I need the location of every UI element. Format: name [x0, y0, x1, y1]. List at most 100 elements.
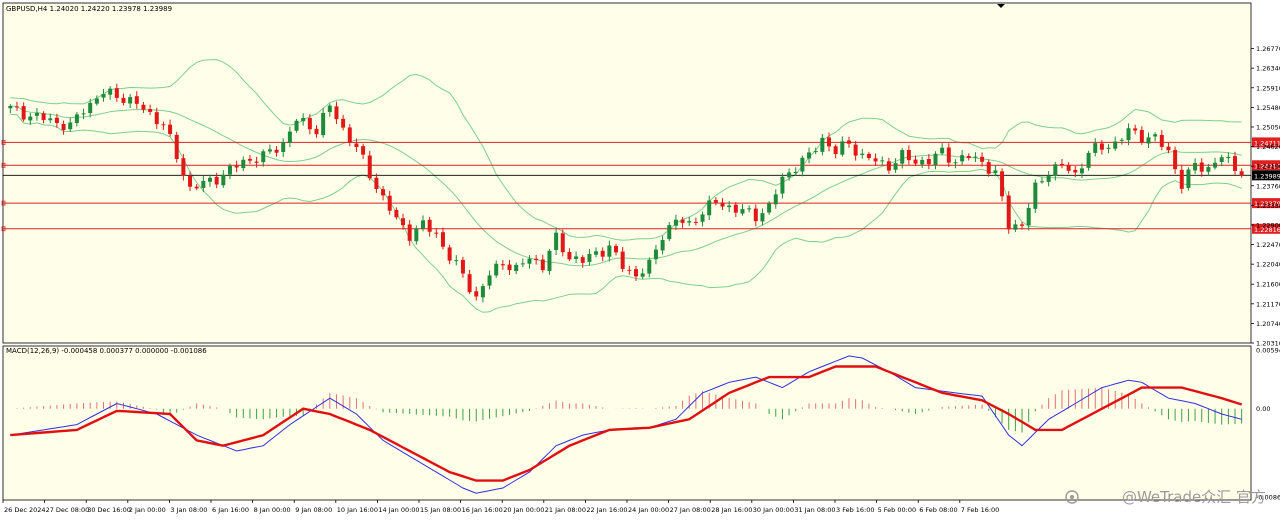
bullish-candle[interactable]: [780, 176, 785, 194]
bearish-candle[interactable]: [534, 258, 539, 261]
bearish-candle[interactable]: [913, 159, 918, 164]
bullish-candle[interactable]: [960, 155, 965, 162]
bearish-candle[interactable]: [114, 88, 119, 98]
bearish-candle[interactable]: [946, 147, 951, 163]
bearish-candle[interactable]: [620, 251, 625, 269]
bullish-candle[interactable]: [587, 253, 592, 262]
bullish-candle[interactable]: [547, 250, 552, 271]
bullish-candle[interactable]: [108, 88, 113, 95]
bullish-candle[interactable]: [1053, 164, 1058, 176]
bearish-candle[interactable]: [427, 219, 432, 232]
bearish-candle[interactable]: [354, 143, 359, 148]
trading-chart[interactable]: 1.247111.242101.233791.228161.23989 1.26…: [0, 0, 1280, 530]
bearish-candle[interactable]: [401, 218, 406, 226]
bullish-candle[interactable]: [900, 150, 905, 164]
bearish-candle[interactable]: [334, 106, 339, 120]
bullish-candle[interactable]: [860, 153, 865, 155]
bearish-candle[interactable]: [254, 161, 259, 163]
bearish-candle[interactable]: [168, 124, 173, 134]
bullish-candle[interactable]: [281, 142, 286, 153]
bullish-candle[interactable]: [1106, 147, 1111, 149]
bearish-candle[interactable]: [753, 208, 758, 222]
bullish-candle[interactable]: [480, 286, 485, 298]
bullish-candle[interactable]: [201, 180, 206, 188]
bearish-candle[interactable]: [1173, 149, 1178, 170]
bullish-candle[interactable]: [68, 122, 73, 130]
bearish-candle[interactable]: [1133, 128, 1138, 131]
bullish-candle[interactable]: [454, 260, 459, 262]
bearish-candle[interactable]: [1159, 134, 1164, 147]
bullish-candle[interactable]: [1013, 224, 1018, 230]
bullish-candle[interactable]: [74, 114, 79, 124]
bullish-candle[interactable]: [1219, 157, 1224, 162]
bearish-candle[interactable]: [374, 177, 379, 189]
bullish-candle[interactable]: [8, 106, 13, 109]
bullish-candle[interactable]: [787, 172, 792, 178]
bullish-candle[interactable]: [953, 162, 958, 164]
bullish-candle[interactable]: [727, 205, 732, 208]
bearish-candle[interactable]: [174, 134, 179, 160]
bearish-candle[interactable]: [121, 97, 126, 103]
bullish-candle[interactable]: [1033, 182, 1038, 209]
bearish-candle[interactable]: [141, 104, 146, 110]
bullish-candle[interactable]: [81, 113, 86, 115]
bullish-candle[interactable]: [1119, 139, 1124, 141]
bullish-candle[interactable]: [554, 232, 559, 251]
bullish-candle[interactable]: [700, 214, 705, 222]
bullish-candle[interactable]: [813, 151, 818, 153]
bearish-candle[interactable]: [627, 269, 632, 271]
bearish-candle[interactable]: [394, 209, 399, 218]
bullish-candle[interactable]: [414, 228, 419, 242]
bullish-candle[interactable]: [520, 263, 525, 265]
bullish-candle[interactable]: [267, 149, 272, 152]
bullish-candle[interactable]: [1146, 137, 1151, 144]
bullish-candle[interactable]: [707, 200, 712, 216]
bearish-candle[interactable]: [1059, 164, 1064, 166]
bearish-candle[interactable]: [966, 156, 971, 158]
bullish-candle[interactable]: [667, 225, 672, 240]
bullish-candle[interactable]: [1126, 128, 1131, 141]
bearish-candle[interactable]: [1066, 165, 1071, 171]
bearish-candle[interactable]: [54, 117, 59, 124]
bullish-candle[interactable]: [1186, 169, 1191, 188]
bearish-candle[interactable]: [154, 112, 159, 125]
bullish-candle[interactable]: [227, 165, 232, 175]
bearish-candle[interactable]: [540, 259, 545, 271]
bullish-candle[interactable]: [287, 131, 292, 143]
bearish-candle[interactable]: [507, 264, 512, 271]
bearish-candle[interactable]: [307, 118, 312, 130]
bullish-candle[interactable]: [1039, 181, 1044, 183]
bearish-candle[interactable]: [314, 128, 319, 135]
bearish-candle[interactable]: [1233, 156, 1238, 171]
bullish-candle[interactable]: [973, 156, 978, 158]
bearish-candle[interactable]: [1000, 171, 1005, 197]
bearish-candle[interactable]: [161, 124, 166, 126]
bullish-candle[interactable]: [34, 112, 39, 116]
bearish-candle[interactable]: [341, 118, 346, 128]
bearish-candle[interactable]: [134, 96, 139, 104]
bearish-candle[interactable]: [148, 109, 153, 112]
bearish-candle[interactable]: [906, 150, 911, 161]
bearish-candle[interactable]: [614, 245, 619, 253]
bearish-candle[interactable]: [986, 162, 991, 174]
bullish-candle[interactable]: [1026, 207, 1031, 226]
bullish-candle[interactable]: [1213, 162, 1218, 168]
bullish-candle[interactable]: [1046, 175, 1051, 182]
bearish-candle[interactable]: [1073, 169, 1078, 173]
bearish-candle[interactable]: [234, 165, 239, 168]
bearish-candle[interactable]: [633, 269, 638, 277]
bearish-candle[interactable]: [447, 247, 452, 261]
bullish-candle[interactable]: [101, 93, 106, 98]
bullish-candle[interactable]: [420, 220, 425, 229]
bullish-candle[interactable]: [208, 177, 213, 182]
bullish-candle[interactable]: [48, 118, 53, 121]
bearish-candle[interactable]: [460, 259, 465, 274]
bearish-candle[interactable]: [14, 106, 19, 108]
bullish-candle[interactable]: [1093, 143, 1098, 153]
bullish-candle[interactable]: [494, 263, 499, 276]
bullish-candle[interactable]: [747, 208, 752, 210]
bullish-candle[interactable]: [221, 174, 226, 186]
bearish-candle[interactable]: [873, 158, 878, 162]
bullish-candle[interactable]: [647, 259, 652, 274]
bullish-candle[interactable]: [594, 251, 599, 255]
